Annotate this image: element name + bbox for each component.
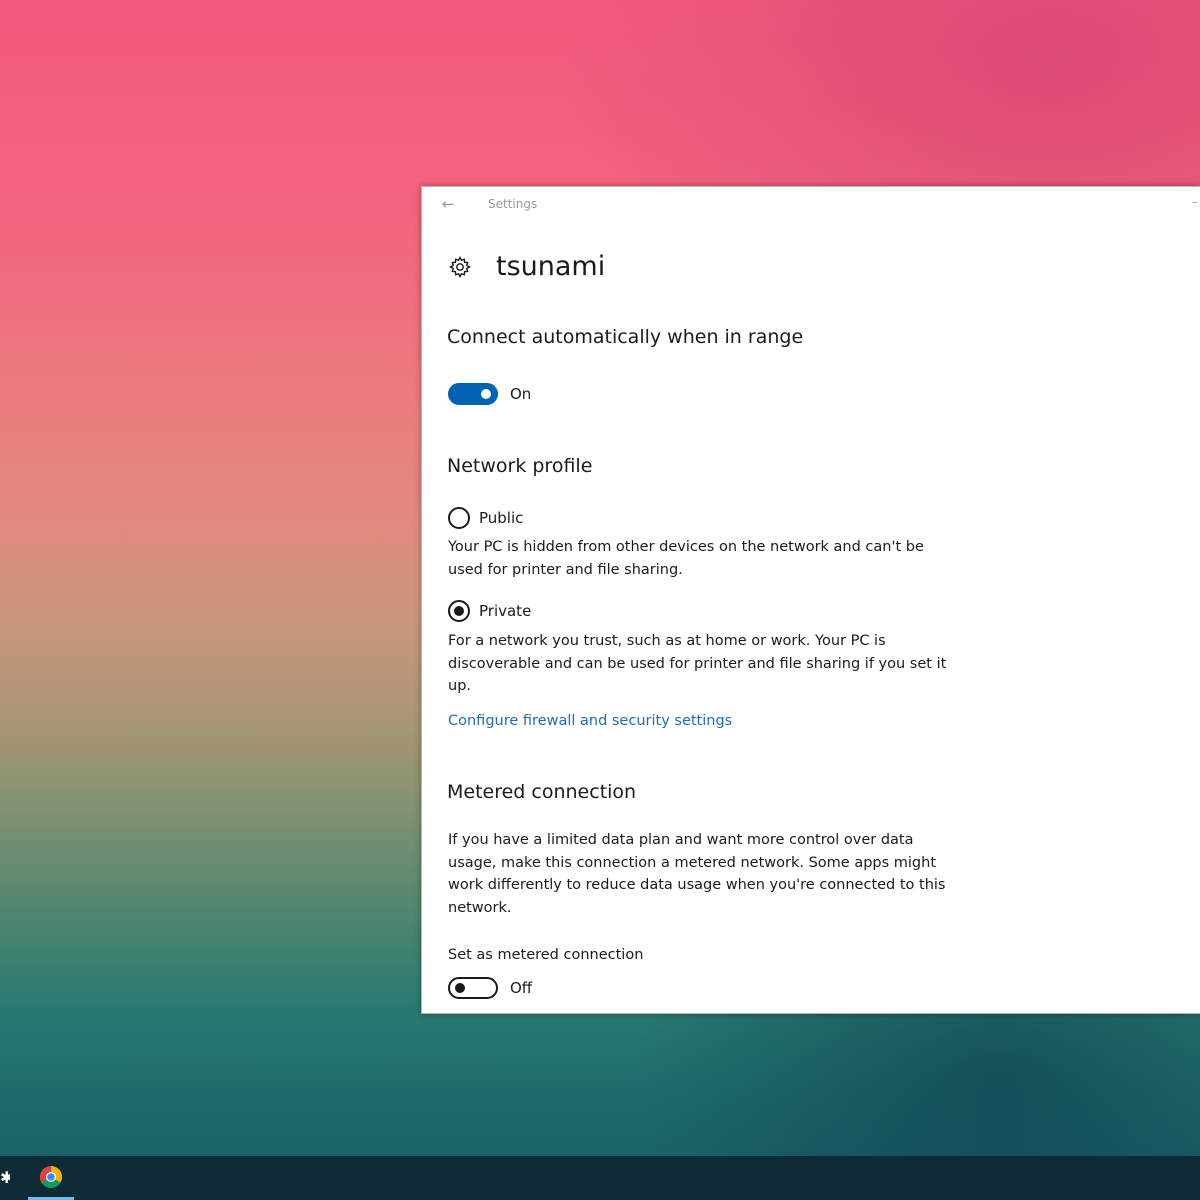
settings-taskbar-icon[interactable]: ✱ xyxy=(0,1168,10,1188)
toggle-knob xyxy=(481,389,491,399)
taskbar: ✱ xyxy=(0,1156,1200,1200)
connect-auto-heading: Connect automatically when in range xyxy=(447,326,804,348)
radio-private[interactable] xyxy=(448,600,470,622)
public-description: Your PC is hidden from other devices on … xyxy=(448,539,924,578)
metered-toggle-label: Set as metered connection xyxy=(448,947,644,963)
metered-description: If you have a limited data plan and want… xyxy=(448,832,946,916)
minimize-icon[interactable]: – xyxy=(1192,195,1200,209)
radio-selected-dot xyxy=(454,606,464,616)
desktop-background: ← Settings – tsunami Connect automatical… xyxy=(0,0,1200,1200)
metered-toggle[interactable] xyxy=(448,977,498,999)
page-title: tsunami xyxy=(496,251,606,282)
radio-private-label[interactable]: Private xyxy=(479,600,531,622)
connect-auto-state: On xyxy=(510,385,532,403)
title-bar: ← Settings – xyxy=(422,187,1200,221)
gear-icon xyxy=(449,255,471,279)
radio-public-label[interactable]: Public xyxy=(479,507,523,529)
toggle-knob xyxy=(455,983,465,993)
chrome-taskbar-button[interactable] xyxy=(28,1156,74,1200)
metered-state: Off xyxy=(510,979,533,997)
back-arrow-icon[interactable]: ← xyxy=(438,195,458,213)
radio-public[interactable] xyxy=(448,507,470,529)
settings-window: ← Settings – tsunami Connect automatical… xyxy=(421,186,1200,1014)
app-title: Settings xyxy=(488,197,538,211)
connect-auto-toggle[interactable] xyxy=(448,383,498,405)
firewall-settings-link[interactable]: Configure firewall and security settings xyxy=(448,710,732,732)
network-profile-heading: Network profile xyxy=(447,455,593,477)
chrome-icon xyxy=(40,1166,62,1188)
metered-heading: Metered connection xyxy=(447,781,637,803)
private-description: For a network you trust, such as at home… xyxy=(448,633,947,694)
